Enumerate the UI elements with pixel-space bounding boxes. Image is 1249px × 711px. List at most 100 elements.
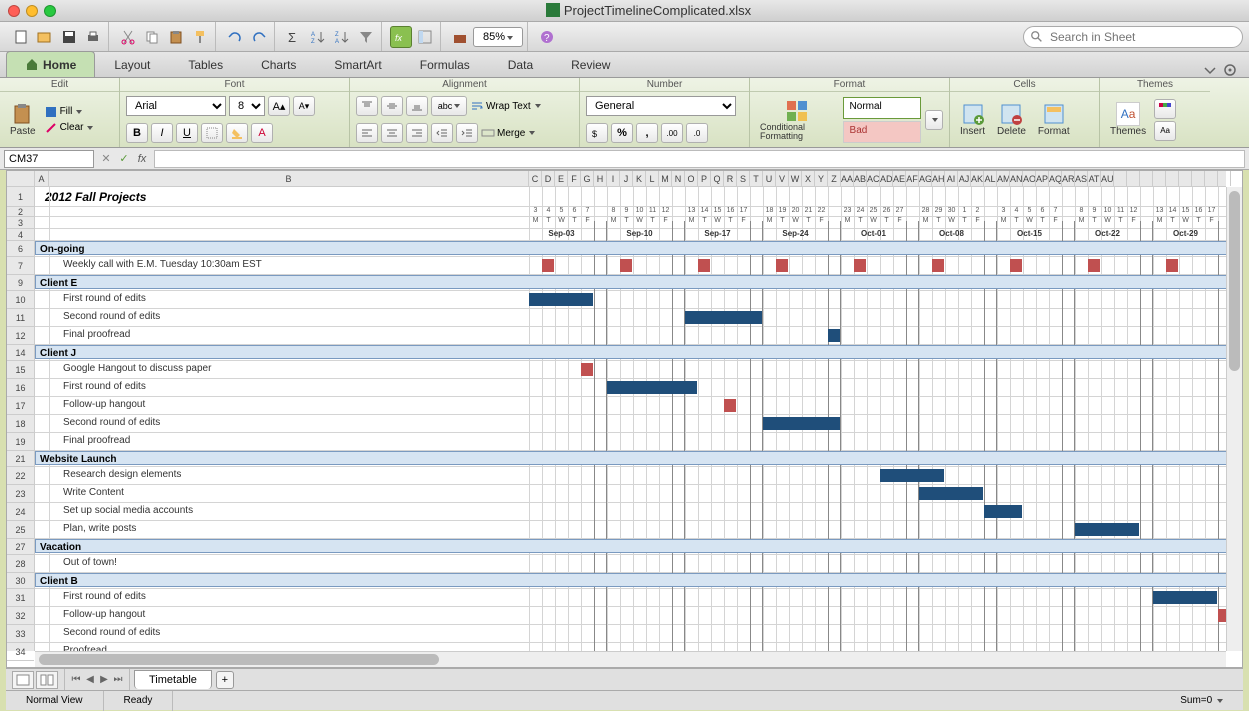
decrease-font-icon[interactable]: A▾ [293, 96, 315, 116]
show-toolbox-icon[interactable] [414, 26, 436, 48]
col-header[interactable]: W [789, 171, 802, 186]
col-header[interactable]: X [802, 171, 815, 186]
undo-icon[interactable] [224, 26, 246, 48]
wrap-text-button[interactable]: Wrap Text [470, 99, 541, 113]
col-header[interactable]: AC [867, 171, 880, 186]
select-all-corner[interactable] [7, 171, 35, 187]
align-right-icon[interactable] [406, 123, 428, 143]
font-name-combo[interactable]: Arial [126, 96, 226, 116]
font-color-button[interactable]: A [251, 123, 273, 143]
cut-icon[interactable] [117, 26, 139, 48]
row-header[interactable]: 14 [7, 345, 34, 361]
fill-color-button[interactable] [226, 123, 248, 143]
col-header[interactable]: O [685, 171, 698, 186]
percent-icon[interactable]: % [611, 123, 633, 143]
col-header[interactable]: H [594, 171, 607, 186]
align-top-icon[interactable] [356, 96, 378, 116]
comma-icon[interactable]: , [636, 123, 658, 143]
paste-icon[interactable] [165, 26, 187, 48]
borders-button[interactable] [201, 123, 223, 143]
col-header[interactable]: AB [854, 171, 867, 186]
tab-data[interactable]: Data [489, 52, 552, 77]
col-header[interactable]: V [776, 171, 789, 186]
sheet-nav-arrows[interactable]: ⏮◀▶⏭ [65, 669, 130, 690]
col-header[interactable]: AR [1062, 171, 1075, 186]
row-header[interactable]: 21 [7, 451, 34, 467]
cells-area[interactable]: 2012 Fall Projects 345678910111213141516… [35, 187, 1226, 651]
row-header[interactable]: 7 [7, 257, 34, 275]
col-header[interactable]: E [555, 171, 568, 186]
col-header[interactable]: Z [828, 171, 841, 186]
filter-icon[interactable] [355, 26, 377, 48]
col-header[interactable]: AI [945, 171, 958, 186]
col-header[interactable]: C [529, 171, 542, 186]
autosum-icon[interactable]: Σ [283, 26, 305, 48]
col-header[interactable]: L [646, 171, 659, 186]
align-left-icon[interactable] [356, 123, 378, 143]
open-icon[interactable] [34, 26, 56, 48]
row-header[interactable]: 11 [7, 309, 34, 327]
theme-fonts-icon[interactable]: Aa [1154, 121, 1176, 141]
insert-button[interactable]: Insert [956, 100, 989, 139]
col-header[interactable]: AP [1036, 171, 1049, 186]
row-header[interactable]: 6 [7, 241, 34, 257]
vertical-scrollbar[interactable] [1226, 187, 1242, 651]
underline-button[interactable]: U [176, 123, 198, 143]
themes-button[interactable]: AaThemes [1106, 100, 1150, 139]
accept-formula-icon[interactable]: ✓ [116, 151, 132, 167]
save-icon[interactable] [58, 26, 80, 48]
tab-smartart[interactable]: SmartArt [315, 52, 400, 77]
sheet-tab-timetable[interactable]: Timetable [134, 670, 212, 689]
col-header[interactable]: F [568, 171, 581, 186]
row-header[interactable]: 16 [7, 379, 34, 397]
col-header[interactable]: AK [971, 171, 984, 186]
merge-button[interactable]: Merge [481, 123, 535, 143]
fx-icon[interactable]: fx [134, 151, 150, 167]
col-header[interactable]: AN [1010, 171, 1023, 186]
col-header[interactable]: A [35, 171, 49, 186]
row-header[interactable]: 4 [7, 229, 34, 241]
increase-indent-icon[interactable] [456, 123, 478, 143]
row-header[interactable]: 18 [7, 415, 34, 433]
row-header[interactable]: 27 [7, 539, 34, 555]
row-header[interactable]: 10 [7, 291, 34, 309]
paste-button[interactable]: Paste [6, 100, 40, 139]
align-center-icon[interactable] [381, 123, 403, 143]
increase-decimal-icon[interactable]: .00 [661, 123, 683, 143]
col-header[interactable]: T [750, 171, 763, 186]
col-header[interactable]: G [581, 171, 594, 186]
col-header[interactable]: AA [841, 171, 854, 186]
fx-toggle-icon[interactable]: fx [390, 26, 412, 48]
new-doc-icon[interactable] [10, 26, 32, 48]
search-box[interactable] [1023, 26, 1243, 48]
toolbox-icon[interactable] [449, 26, 471, 48]
decrease-indent-icon[interactable] [431, 123, 453, 143]
row-header[interactable]: 25 [7, 521, 34, 539]
column-headers[interactable]: ABCDEFGHIJKLMNOPQRSTUVWXYZAAABACADAEAFAG… [35, 171, 1226, 187]
col-header[interactable]: AO [1023, 171, 1036, 186]
col-header[interactable]: Q [711, 171, 724, 186]
col-header[interactable]: S [737, 171, 750, 186]
decrease-decimal-icon[interactable]: .0 [686, 123, 708, 143]
col-header[interactable]: D [542, 171, 555, 186]
row-header[interactable]: 19 [7, 433, 34, 451]
col-header[interactable]: U [763, 171, 776, 186]
align-middle-icon[interactable] [381, 96, 403, 116]
copy-icon[interactable] [141, 26, 163, 48]
delete-button[interactable]: Delete [993, 100, 1030, 139]
currency-icon[interactable]: $ [586, 123, 608, 143]
horizontal-scrollbar[interactable] [35, 651, 1226, 667]
row-header[interactable]: 28 [7, 555, 34, 573]
number-format-combo[interactable]: General [586, 96, 736, 116]
col-header[interactable]: AS [1075, 171, 1088, 186]
tab-formulas[interactable]: Formulas [401, 52, 489, 77]
minimize-button[interactable] [26, 5, 38, 17]
row-header[interactable]: 17 [7, 397, 34, 415]
sort-za-icon[interactable]: ZA [331, 26, 353, 48]
row-header[interactable]: 33 [7, 625, 34, 643]
row-headers[interactable]: 1234679101112141516171819212223242527283… [7, 187, 35, 651]
col-header[interactable]: AQ [1049, 171, 1062, 186]
increase-font-icon[interactable]: A▴ [268, 96, 290, 116]
ribbon-gear-icon[interactable] [1223, 63, 1237, 77]
row-header[interactable]: 2 [7, 207, 34, 217]
